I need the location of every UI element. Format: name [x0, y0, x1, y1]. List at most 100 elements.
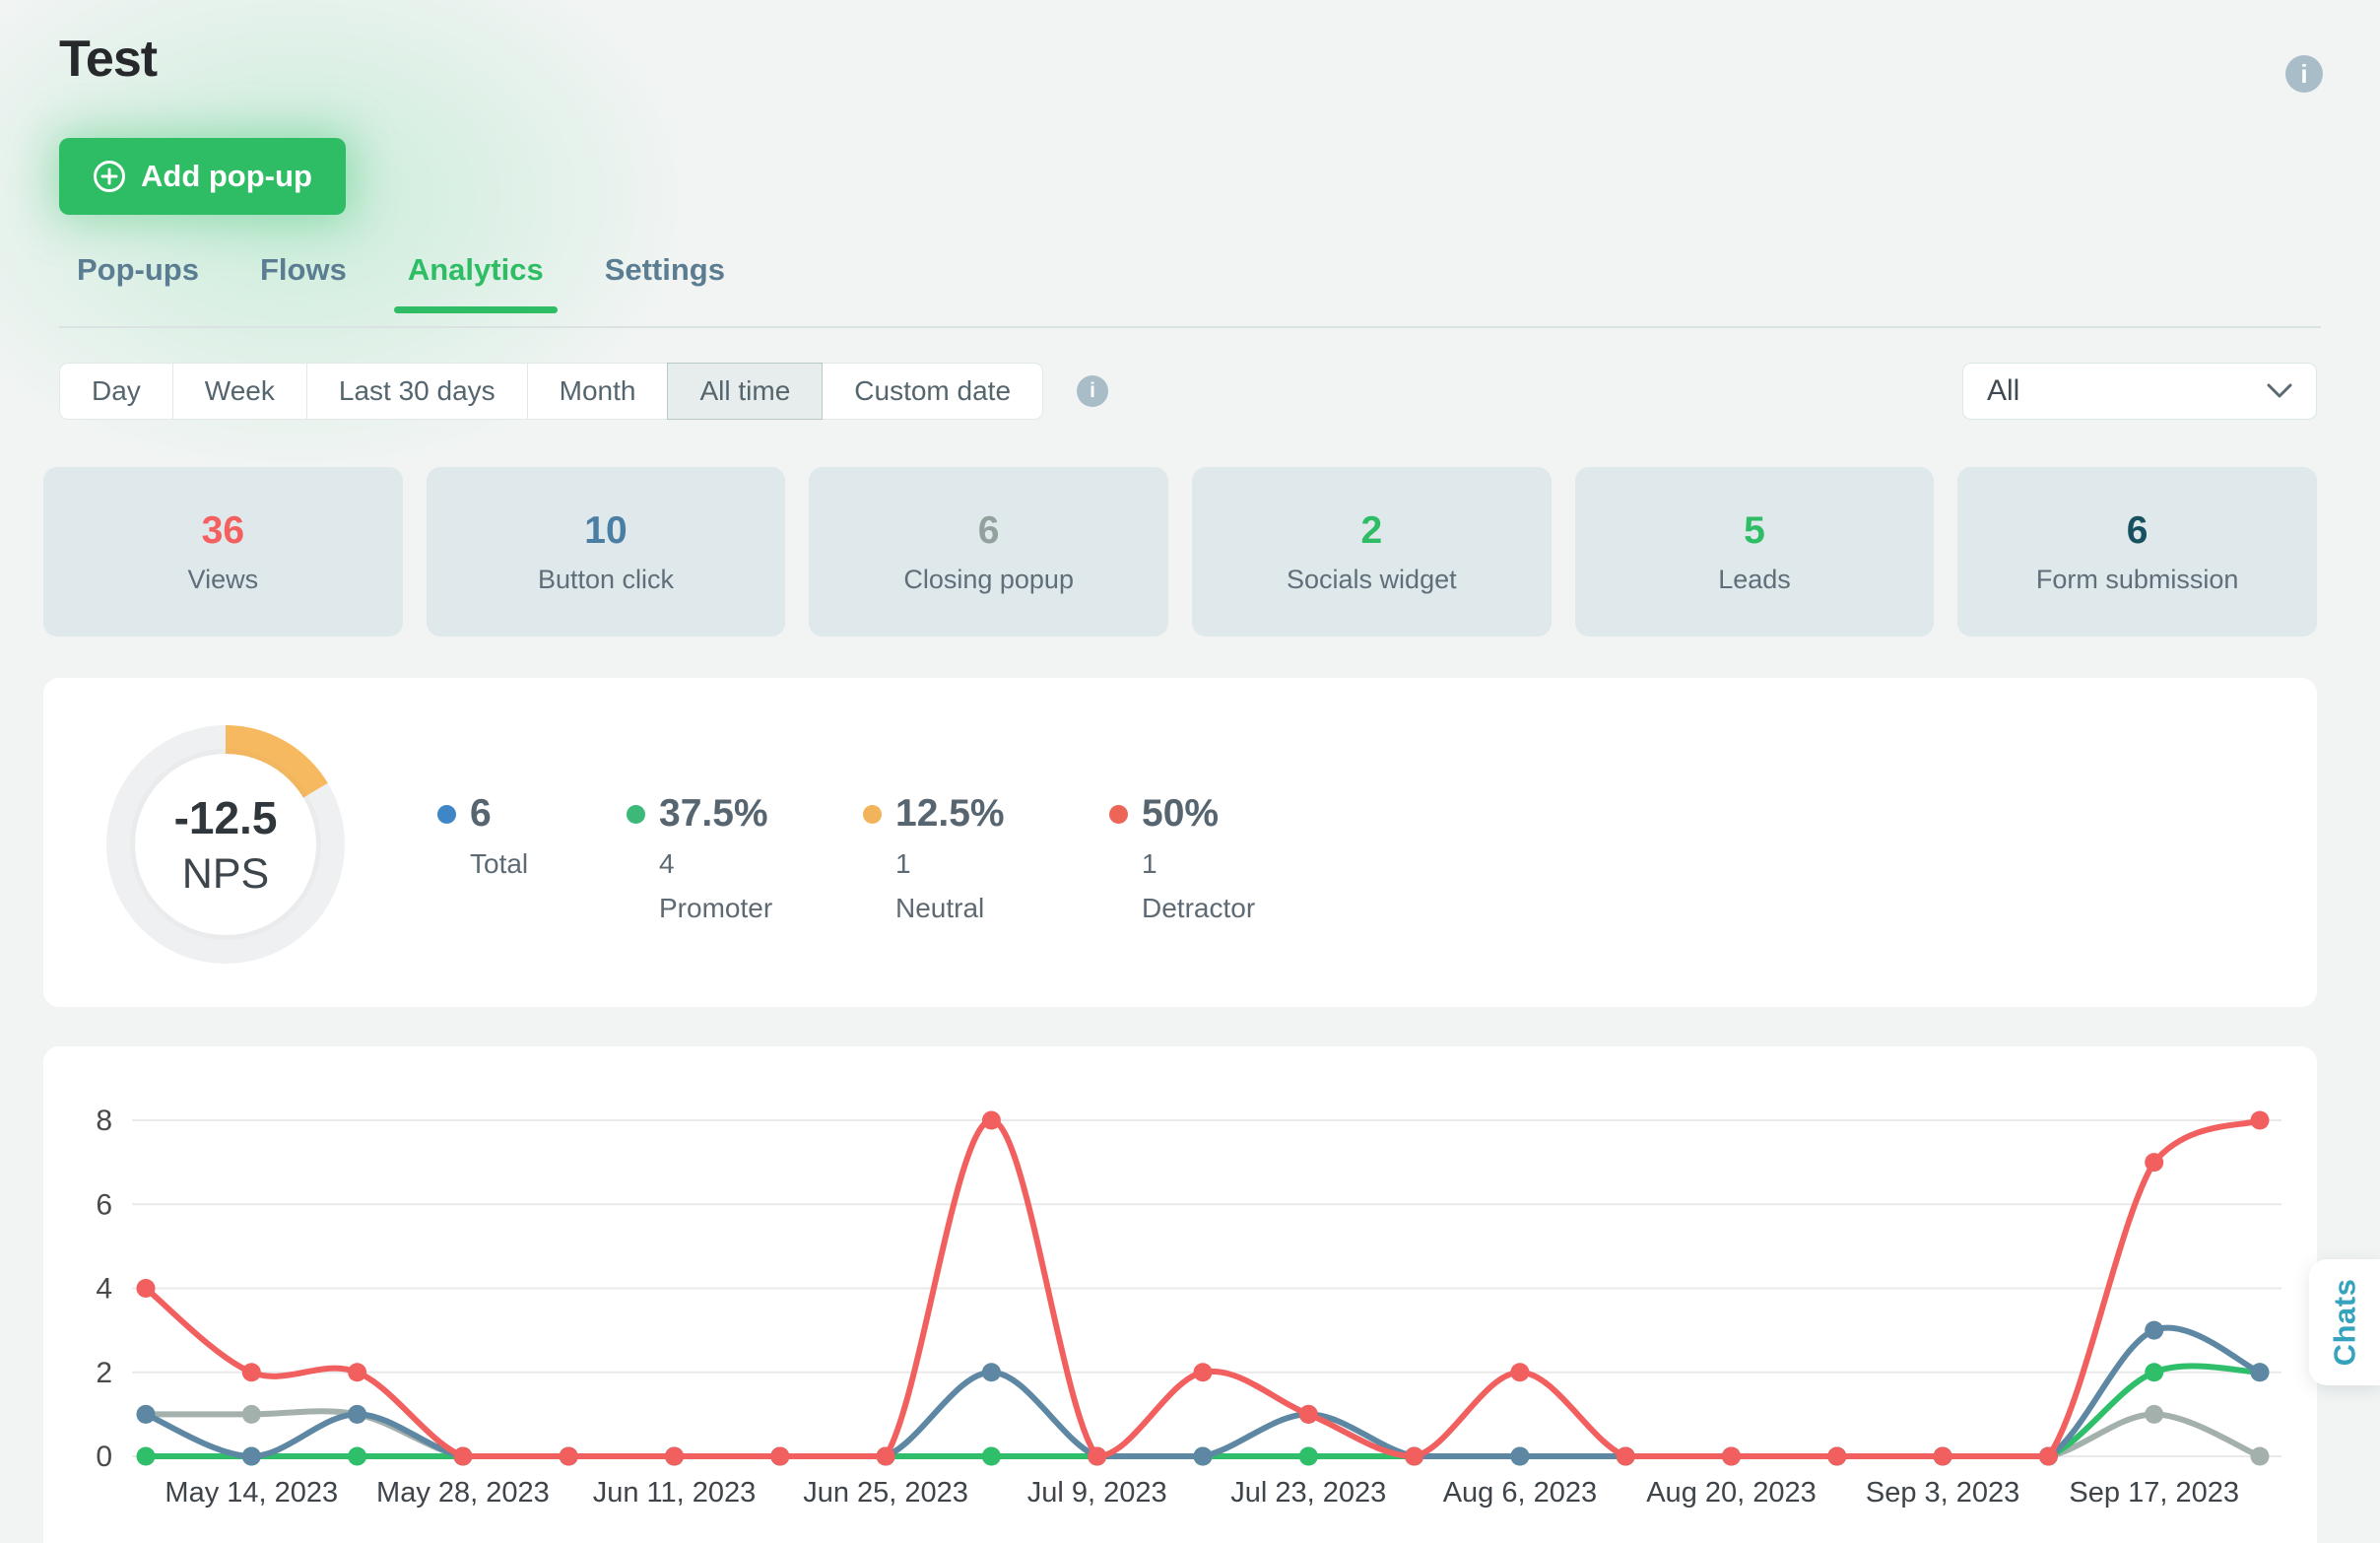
series-views-point: [1194, 1363, 1213, 1381]
tab-pop-ups[interactable]: Pop-ups: [77, 252, 199, 313]
x-axis-tick-label: May 28, 2023: [376, 1477, 550, 1509]
stat-card-leads: 5 Leads: [1575, 467, 1935, 637]
add-popup-button-label: Add pop-up: [141, 159, 312, 194]
series-views-point: [1827, 1447, 1846, 1466]
series-views-point: [137, 1279, 156, 1298]
y-axis-tick-label: 8: [96, 1105, 112, 1137]
series-views-point: [348, 1363, 366, 1381]
nps-legend-subtext: Neutral: [895, 893, 1036, 924]
info-icon: i: [2300, 59, 2307, 90]
y-axis-tick-label: 4: [96, 1273, 112, 1306]
plus-circle-icon: [93, 160, 126, 193]
legend-dot-icon: [1109, 805, 1128, 824]
nps-legend-value: 6: [470, 792, 492, 836]
stat-value: 10: [584, 509, 627, 553]
y-axis-tick-label: 0: [96, 1441, 112, 1473]
tab-analytics[interactable]: Analytics: [408, 252, 544, 313]
tab-settings[interactable]: Settings: [605, 252, 725, 313]
nps-legend: 6Total37.5%4Promoter12.5%1Neutral50%1Det…: [437, 792, 1257, 924]
y-axis-tick-label: 2: [96, 1357, 112, 1389]
stat-card-closing-popup: 6 Closing popup: [809, 467, 1168, 637]
x-axis-tick-label: Aug 20, 2023: [1646, 1477, 1817, 1509]
info-icon: i: [1090, 379, 1095, 403]
series-views-point: [242, 1363, 261, 1381]
nps-legend-item-neutral: 12.5% 1 Neutral: [863, 792, 1036, 924]
x-axis-tick-label: May 14, 2023: [165, 1477, 338, 1509]
nps-legend-value: 50%: [1142, 792, 1219, 836]
series-views-point: [2251, 1111, 2270, 1130]
tab-bar-divider: [59, 326, 2321, 328]
series-button-click-point: [2251, 1363, 2270, 1381]
series-leads-point: [348, 1447, 366, 1466]
series-views-point: [560, 1447, 578, 1466]
analytics-page: Test i Add pop-up Pop-ups Flows Analytics S…: [0, 0, 2380, 1543]
time-filter-custom-date[interactable]: Custom date: [822, 363, 1043, 420]
series-views-point: [665, 1447, 684, 1466]
add-popup-button[interactable]: Add pop-up: [59, 138, 346, 215]
series-views-point: [1405, 1447, 1423, 1466]
x-axis-tick-label: Jun 25, 2023: [803, 1477, 968, 1509]
series-button-click-point: [137, 1405, 156, 1424]
timeline-chart-card: 02468May 14, 2023May 28, 2023Jun 11, 202…: [43, 1046, 2317, 1543]
chats-side-button[interactable]: Chats: [2309, 1259, 2380, 1385]
time-filter-day[interactable]: Day: [59, 363, 173, 420]
series-views-point: [1088, 1447, 1106, 1466]
nps-legend-subtext: 1: [895, 848, 1036, 880]
nps-gauge-center: -12.5 NPS: [135, 754, 316, 935]
tab-flows[interactable]: Flows: [260, 252, 347, 313]
nps-legend-subtext: Detractor: [1142, 893, 1257, 924]
stat-value: 5: [1744, 509, 1765, 553]
series-views-point: [1299, 1405, 1318, 1424]
stat-label: Form submission: [2036, 565, 2239, 595]
x-axis-tick-label: Sep 17, 2023: [2069, 1477, 2239, 1509]
nps-legend-subtext: 4: [659, 848, 790, 880]
series-button-click-point: [1194, 1447, 1213, 1466]
popup-select-dropdown[interactable]: All: [1962, 363, 2317, 420]
series-button-click-point: [2145, 1321, 2163, 1340]
time-filter-week[interactable]: Week: [172, 363, 307, 420]
series-views-point: [2039, 1447, 2058, 1466]
dropdown-value: All: [1987, 374, 2019, 408]
nps-legend-subtext: Promoter: [659, 893, 790, 924]
series-closing-popup-point: [242, 1405, 261, 1424]
nps-gauge: -12.5 NPS: [106, 725, 345, 964]
x-axis-tick-label: Jul 9, 2023: [1027, 1477, 1167, 1509]
stat-label: Socials widget: [1287, 565, 1457, 595]
y-axis-tick-label: 6: [96, 1188, 112, 1221]
series-closing-popup-point: [2145, 1405, 2163, 1424]
series-button-click-point: [1510, 1447, 1529, 1466]
series-button-click-line: [146, 1328, 2260, 1456]
nps-legend-value: 12.5%: [895, 792, 1005, 836]
x-axis-tick-label: Sep 3, 2023: [1866, 1477, 2019, 1509]
page-title: Test: [59, 30, 157, 89]
series-views-point: [877, 1447, 895, 1466]
stat-card-button-click: 10 Button click: [427, 467, 786, 637]
time-filter-last-30-days[interactable]: Last 30 days: [306, 363, 528, 420]
tab-bar: Pop-ups Flows Analytics Settings: [77, 252, 725, 313]
series-views-point: [1510, 1363, 1529, 1381]
x-axis-tick-label: Aug 6, 2023: [1443, 1477, 1597, 1509]
time-filter-month[interactable]: Month: [527, 363, 669, 420]
stat-label: Views: [188, 565, 259, 595]
stat-label: Closing popup: [903, 565, 1074, 595]
filter-info-icon[interactable]: i: [1077, 375, 1108, 407]
stat-value: 36: [202, 509, 244, 553]
time-filter-all-time[interactable]: All time: [667, 363, 823, 420]
nps-score-label: NPS: [182, 850, 269, 899]
series-closing-popup-point: [2251, 1447, 2270, 1466]
page-info-icon[interactable]: i: [2285, 55, 2323, 93]
series-views-point: [770, 1447, 789, 1466]
series-button-click-point: [242, 1447, 261, 1466]
stat-card-form-submission: 6 Form submission: [1957, 467, 2317, 637]
stat-value: 6: [978, 509, 1000, 553]
stat-label: Leads: [1718, 565, 1791, 595]
nps-legend-subtext: Total: [470, 848, 554, 880]
stat-label: Button click: [538, 565, 674, 595]
nps-legend-item-detractor: 50%1Detractor: [1109, 792, 1257, 924]
time-range-segmented-control: DayWeekLast 30 daysMonthAll timeCustom d…: [59, 363, 1043, 420]
x-axis-tick-label: Jul 23, 2023: [1230, 1477, 1386, 1509]
series-button-click-point: [348, 1405, 366, 1424]
stat-value: 6: [2127, 509, 2149, 553]
stat-card-views: 36 Views: [43, 467, 403, 637]
chevron-down-icon: [2267, 383, 2292, 399]
